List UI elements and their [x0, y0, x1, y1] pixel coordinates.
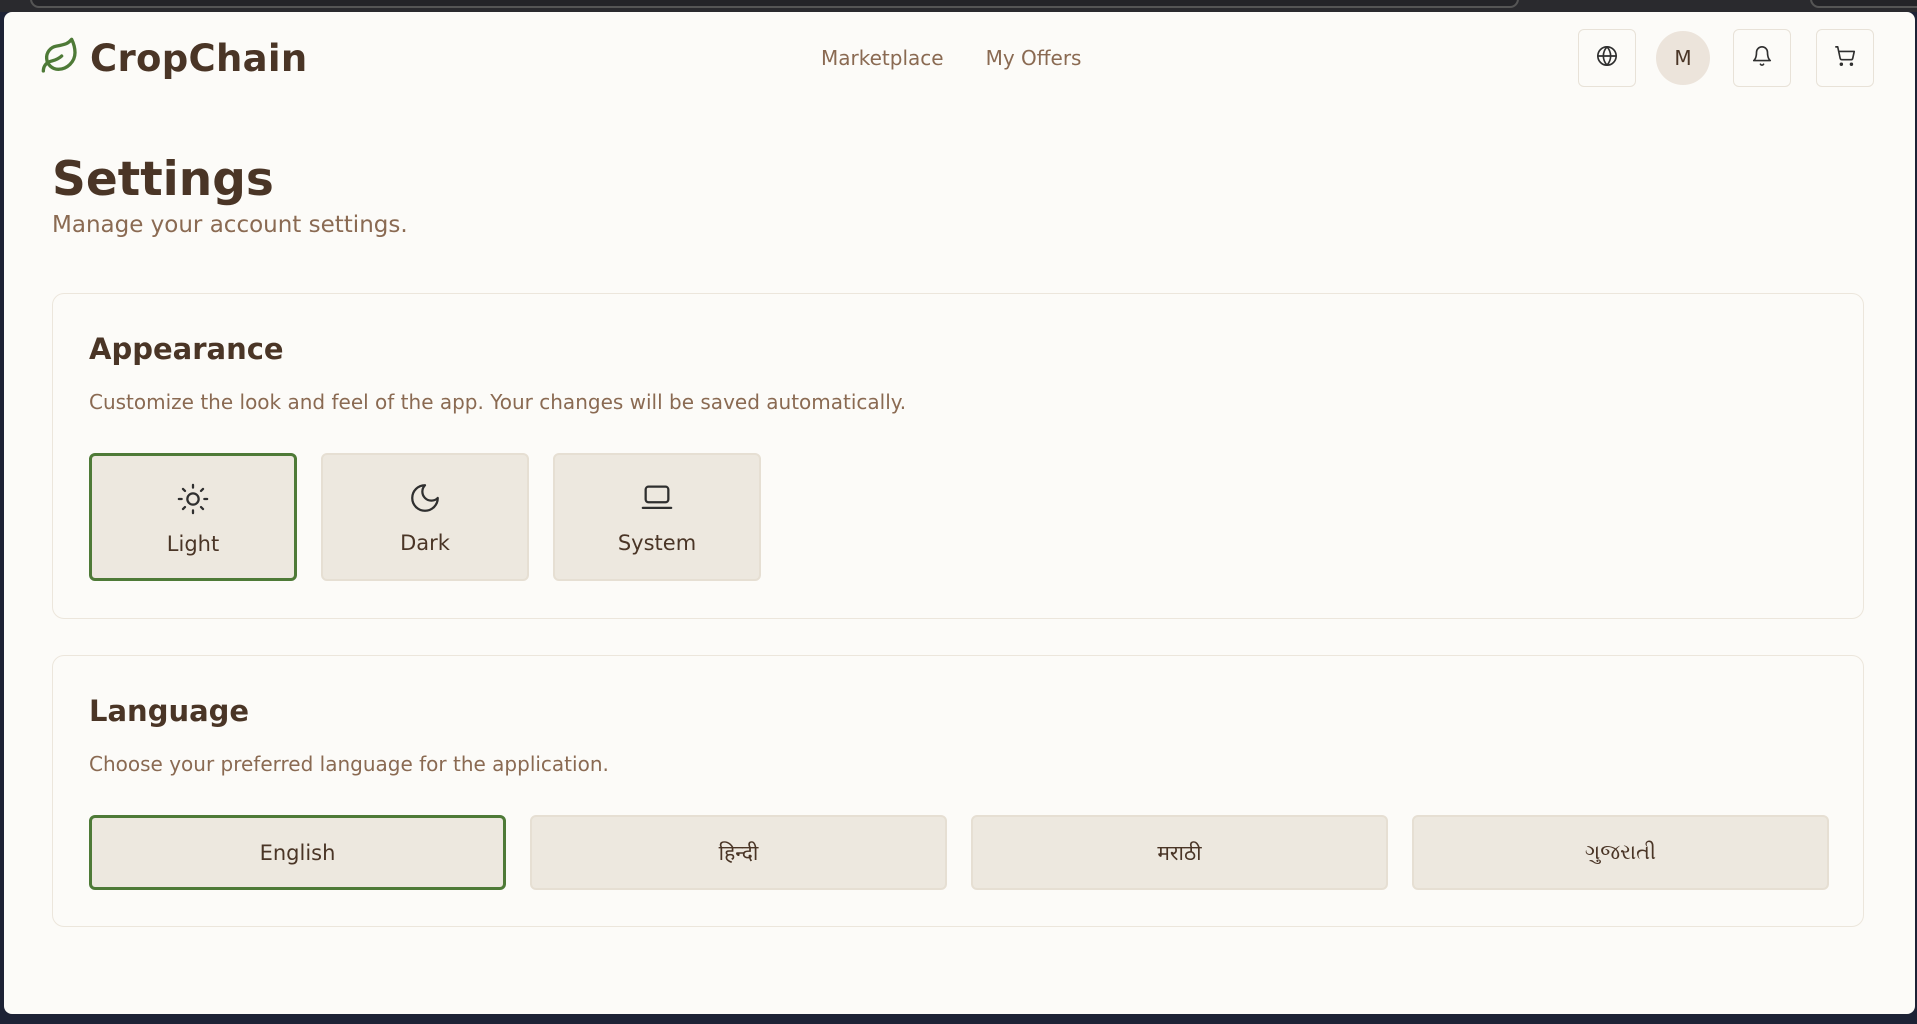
main-nav: Marketplace My Offers [821, 46, 1081, 70]
moon-icon [323, 481, 527, 515]
user-avatar[interactable]: M [1656, 31, 1710, 85]
theme-option-label: Dark [400, 531, 450, 555]
theme-option-system[interactable]: System [553, 453, 761, 581]
theme-option-label: System [617, 531, 697, 555]
top-header: CropChain Marketplace My Offers M [4, 12, 1915, 106]
page-subtitle: Manage your account settings. [52, 212, 408, 238]
appearance-card: Appearance Customize the look and feel o… [52, 293, 1864, 619]
browser-control [1810, 0, 1917, 8]
theme-option-dark[interactable]: Dark [321, 453, 529, 581]
language-card: Language Choose your preferred language … [52, 655, 1864, 927]
language-button[interactable] [1578, 29, 1636, 87]
nav-my-offers-link[interactable]: My Offers [986, 46, 1082, 70]
theme-option-label: Light [166, 532, 220, 556]
browser-top-strip [0, 0, 1917, 12]
notifications-button[interactable] [1733, 29, 1791, 87]
bell-icon [1751, 45, 1773, 71]
page-title: Settings [52, 152, 274, 207]
brand-name: CropChain [90, 36, 308, 80]
language-option-english[interactable]: English [89, 815, 506, 890]
language-option-gujarati[interactable]: ગુજરાતી [1412, 815, 1829, 890]
brand-logo[interactable]: CropChain [40, 36, 308, 80]
appearance-description: Customize the look and feel of the app. … [89, 390, 907, 414]
language-description: Choose your preferred language for the a… [89, 752, 609, 776]
theme-option-light[interactable]: Light [89, 453, 297, 581]
appearance-title: Appearance [89, 332, 284, 366]
sun-icon [92, 482, 294, 516]
cart-icon [1834, 45, 1856, 71]
app-window: CropChain Marketplace My Offers M Settin… [4, 12, 1915, 1014]
browser-address-bar [30, 0, 1519, 8]
laptop-icon [555, 481, 759, 515]
globe-icon [1596, 45, 1618, 71]
language-option-hindi[interactable]: हिन्दी [530, 815, 947, 890]
nav-marketplace-link[interactable]: Marketplace [821, 46, 944, 70]
language-title: Language [89, 694, 250, 728]
cart-button[interactable] [1816, 29, 1874, 87]
language-option-marathi[interactable]: मराठी [971, 815, 1388, 890]
leaf-icon [40, 36, 80, 80]
